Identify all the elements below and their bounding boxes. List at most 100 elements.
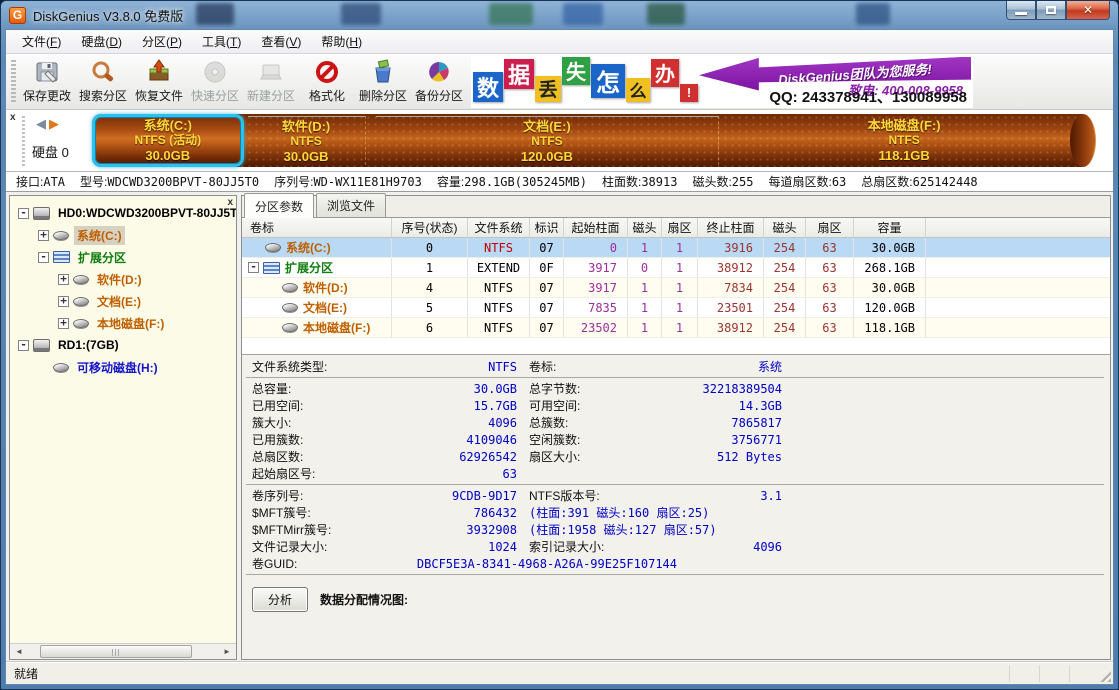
detail-value-2: 系统 bbox=[679, 358, 782, 375]
minimize-button[interactable] bbox=[1006, 1, 1036, 20]
delete-partition-button[interactable]: 删除分区 bbox=[355, 56, 411, 108]
detail-value: 786432 bbox=[402, 506, 517, 520]
analyze-button[interactable]: 分析 bbox=[252, 587, 308, 612]
table-cell: 268.1GB bbox=[854, 258, 926, 277]
partition-icon bbox=[73, 275, 89, 284]
search-partition-button[interactable]: 搜索分区 bbox=[75, 56, 131, 108]
format-button[interactable]: 格式化 bbox=[299, 56, 355, 108]
tree-expander-icon[interactable]: + bbox=[58, 318, 69, 329]
next-disk-icon[interactable]: ▶ bbox=[49, 116, 62, 131]
detail-row: $MFT簇号:786432(柱面:391 磁头:160 扇区:25) bbox=[242, 504, 782, 521]
tab-browse-files[interactable]: 浏览文件 bbox=[316, 193, 386, 217]
menu-item-file[interactable]: 文件(F) bbox=[12, 30, 71, 53]
detail-label-2: NTFS版本号: bbox=[529, 487, 679, 504]
taskbar-blur-blob bbox=[196, 3, 234, 25]
row-expander-icon[interactable]: - bbox=[248, 262, 259, 273]
prev-disk-icon[interactable]: ◀ bbox=[36, 116, 49, 131]
table-cell: 07 bbox=[530, 278, 564, 297]
backup-partition-label: 备份分区 bbox=[415, 87, 463, 104]
table-row[interactable]: 文档(E:)5NTFS077835112350125463120.0GB bbox=[242, 298, 1110, 318]
table-cell: 07 bbox=[530, 298, 564, 317]
data-map-label: 数据分配情况图: bbox=[320, 591, 408, 608]
backup-partition-button[interactable]: 备份分区 bbox=[411, 56, 467, 108]
table-cell: NTFS bbox=[468, 278, 530, 297]
toolbar-grip[interactable] bbox=[11, 60, 16, 104]
tree-item-removable-h[interactable]: 可移动磁盘(H:) bbox=[10, 356, 236, 378]
partition-block-4[interactable]: 本地磁盘(F:)NTFS118.1GB bbox=[725, 114, 1083, 167]
close-button[interactable]: ✕ bbox=[1066, 1, 1110, 20]
tree-expander-icon[interactable]: - bbox=[18, 208, 29, 219]
tree-expander-icon[interactable]: + bbox=[58, 274, 69, 285]
table-cell: 1 bbox=[662, 258, 698, 277]
menu-item-tools[interactable]: 工具(T) bbox=[192, 30, 251, 53]
maximize-button[interactable] bbox=[1036, 1, 1066, 20]
tree-expander-icon[interactable]: - bbox=[38, 252, 49, 263]
tree-item-hd0[interactable]: -HD0:WDCWD3200BPVT-80JJ5T0 bbox=[10, 202, 236, 224]
recover-icon bbox=[146, 59, 172, 85]
detail-label: 文件系统类型: bbox=[252, 358, 402, 375]
partition-details: 文件系统类型:NTFS卷标:系统总容量:30.0GB总字节数:322183895… bbox=[242, 354, 1110, 659]
save-changes-label: 保存更改 bbox=[23, 87, 71, 104]
column-header: 扇区 bbox=[806, 218, 854, 237]
tree-expander-icon[interactable]: - bbox=[18, 340, 29, 351]
resize-grip[interactable] bbox=[1100, 671, 1111, 682]
table-cell: 0 bbox=[392, 238, 468, 257]
column-header: 磁头 bbox=[764, 218, 806, 237]
tree-expander-icon[interactable]: + bbox=[38, 230, 49, 241]
menu-item-partition[interactable]: 分区(P) bbox=[132, 30, 192, 53]
menu-bar: 文件(F)硬盘(D)分区(P)工具(T)查看(V)帮助(H) bbox=[6, 30, 1113, 54]
tree-item-system-c[interactable]: +系统(C:) bbox=[10, 224, 236, 246]
save-changes-button[interactable]: 保存更改 bbox=[19, 56, 75, 108]
menu-item-disk[interactable]: 硬盘(D) bbox=[71, 30, 132, 53]
disk-cylinder-bar: 系统(C:)NTFS (活动)30.0GB软件(D:)NTFS30.0GB文档(… bbox=[92, 114, 1083, 167]
partition-block-1[interactable]: 系统(C:)NTFS (活动)30.0GB bbox=[92, 114, 244, 167]
tree-item-extended[interactable]: -扩展分区 bbox=[10, 246, 236, 268]
status-bar: 就绪 bbox=[6, 662, 1113, 684]
minimize-icon bbox=[1015, 12, 1027, 15]
tree-item-docs-e[interactable]: +文档(E:) bbox=[10, 290, 236, 312]
tree-item-rd1[interactable]: -RD1:(7GB) bbox=[10, 334, 236, 356]
column-header: 卷标 bbox=[242, 218, 392, 237]
horizontal-scrollbar[interactable]: ◄ ► bbox=[10, 643, 236, 659]
extended-partition-icon bbox=[53, 251, 70, 263]
table-cell: 63 bbox=[806, 298, 854, 317]
taskbar-blur-blob bbox=[856, 3, 890, 25]
tab-partition-params[interactable]: 分区参数 bbox=[244, 193, 314, 218]
new-partition-button: 新建分区 bbox=[243, 56, 299, 108]
table-row[interactable]: -扩展分区1EXTEND0F3917013891225463268.1GB bbox=[242, 258, 1110, 278]
scroll-left-icon[interactable]: ◄ bbox=[11, 645, 27, 659]
ad-banner[interactable]: 数据丢失怎么办! DiskGenius团队为您服务! 致电: 400-008-9… bbox=[471, 56, 973, 108]
menu-item-help[interactable]: 帮助(H) bbox=[311, 30, 372, 53]
partition-block-3[interactable]: 文档(E:)NTFS120.0GB bbox=[376, 116, 720, 165]
scrollbar-thumb[interactable] bbox=[40, 645, 192, 658]
tree-item-software-d[interactable]: +软件(D:) bbox=[10, 268, 236, 290]
detail-value: DBCF5E3A-8341-4968-A26A-99E25F107144 bbox=[402, 557, 677, 571]
tree-close-icon[interactable]: x bbox=[227, 197, 233, 208]
analyze-row: 分析数据分配情况图: bbox=[252, 587, 1110, 612]
recover-files-button[interactable]: 恢复文件 bbox=[131, 56, 187, 108]
menu-item-view[interactable]: 查看(V) bbox=[251, 30, 311, 53]
table-header: 卷标序号(状态)文件系统标识起始柱面磁头扇区终止柱面磁头扇区容量 bbox=[242, 218, 1110, 238]
table-row[interactable]: 系统(C:)0NTFS0701139162546330.0GB bbox=[242, 238, 1110, 258]
tree-item-local-f[interactable]: +本地磁盘(F:) bbox=[10, 312, 236, 334]
taskbar-blur-blob bbox=[647, 3, 685, 25]
detail-value-2: 32218389504 bbox=[679, 382, 782, 396]
table-cell: 7834 bbox=[698, 278, 764, 297]
ad-tile: 办 bbox=[651, 59, 679, 87]
detail-label: 总容量: bbox=[252, 380, 402, 397]
partition-size: 120.0GB bbox=[521, 149, 573, 164]
title-bar[interactable]: G DiskGenius V3.8.0 免费版 ✕ bbox=[1, 1, 1118, 29]
table-cell: 07 bbox=[530, 238, 564, 257]
column-header: 容量 bbox=[854, 218, 926, 237]
detail-label: 总扇区数: bbox=[252, 448, 402, 465]
tree-expander-icon[interactable]: + bbox=[58, 296, 69, 307]
partition-block-2[interactable]: 软件(D:)NTFS30.0GB bbox=[248, 116, 366, 165]
table-cell: 3916 bbox=[698, 238, 764, 257]
partition-icon bbox=[282, 303, 298, 312]
table-row[interactable]: 软件(D:)4NTFS0739171178342546330.0GB bbox=[242, 278, 1110, 298]
detail-label: 起始扇区号: bbox=[252, 465, 402, 482]
scroll-right-icon[interactable]: ► bbox=[219, 645, 235, 659]
table-cell: 254 bbox=[764, 298, 806, 317]
column-header: 终止柱面 bbox=[698, 218, 764, 237]
table-row[interactable]: 本地磁盘(F:)6NTFS0723502113891225463118.1GB bbox=[242, 318, 1110, 338]
